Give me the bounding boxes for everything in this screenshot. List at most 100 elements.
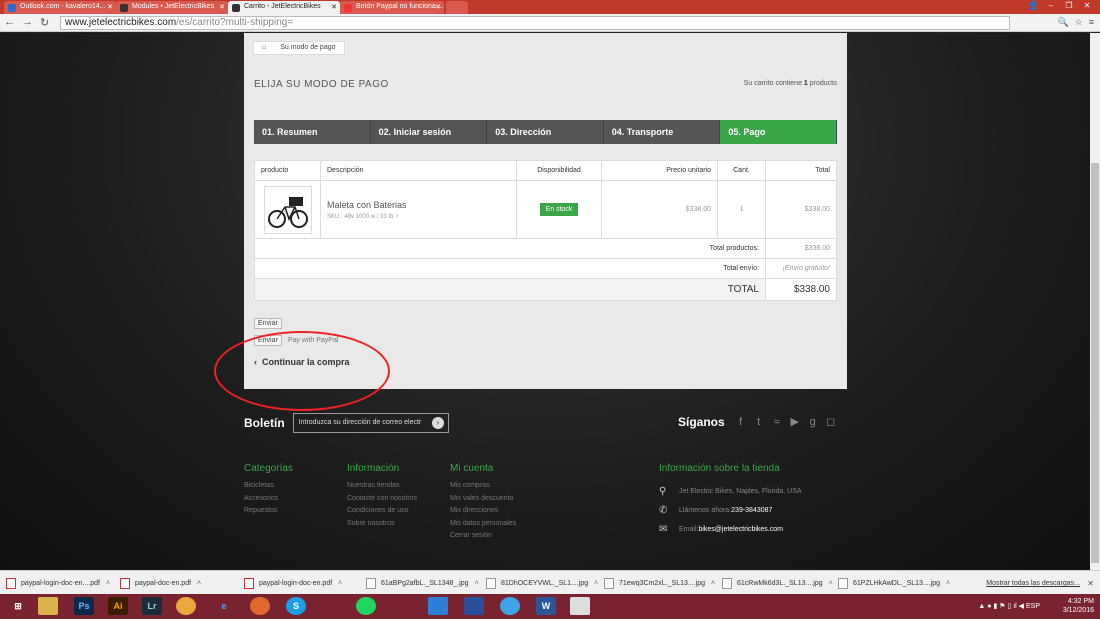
chevron-up-icon[interactable]: ˄ (829, 580, 833, 587)
chrome-icon[interactable] (176, 597, 196, 615)
download-item[interactable]: 61cRwMk6d3L._SL13....jpg ˄ (722, 575, 833, 591)
calculator-icon[interactable] (570, 597, 590, 615)
tab-modules[interactable]: Modules • JetElectricBikes ✕ (116, 1, 228, 14)
chevron-up-icon[interactable]: ˄ (711, 580, 715, 587)
site-icon (232, 4, 240, 12)
product-image[interactable] (263, 185, 312, 234)
clock[interactable]: 4:32 PM 3/12/2016 (1063, 597, 1094, 615)
step-resumen[interactable]: 01. Resumen (254, 120, 371, 144)
app-icon[interactable] (322, 597, 342, 615)
firefox-icon[interactable] (250, 597, 270, 615)
download-item[interactable]: 61aBPg2afbL._SL1348_.jpg ˄ (366, 575, 479, 591)
chevron-up-icon[interactable]: ˄ (338, 580, 342, 587)
file-explorer-icon[interactable] (38, 597, 58, 615)
app-icon[interactable] (392, 597, 412, 615)
submit-arrow-icon[interactable]: › (431, 417, 444, 429)
url-field[interactable]: www.jetelectricbikes.com/es/carrito?mult… (60, 16, 1010, 30)
download-item[interactable]: 81DhOCEYVWL._SL1....jpg ˄ (486, 575, 598, 591)
spotify-icon[interactable] (356, 597, 376, 615)
image-file-icon (366, 577, 376, 589)
window-controls: 👤 – ❐ ✕ (1024, 1, 1096, 10)
windows-start-icon[interactable]: ⊞ (6, 597, 30, 615)
chevron-up-icon[interactable]: ˄ (106, 580, 110, 587)
pdf-file-icon (6, 577, 16, 589)
close-tab-icon[interactable]: ✕ (331, 3, 337, 11)
tab-strip: Outlook.com - kavalero14... ✕ Modules • J… (0, 0, 1100, 14)
tab-outlook[interactable]: Outlook.com - kavalero14... ✕ (4, 1, 116, 14)
app-icon[interactable] (500, 597, 520, 615)
menu-icon[interactable]: ≡ (1089, 17, 1094, 27)
download-item[interactable]: 61PZLHkAwDL._SL13....jpg ˄ (838, 575, 950, 591)
page-viewport: ⌂ Su modo de pago ELIJA SU MODO DE PAGO S… (0, 33, 1090, 570)
close-tab-icon[interactable]: ✕ (435, 3, 441, 11)
line-total: $338.00 (765, 180, 837, 239)
app-icon[interactable] (428, 597, 448, 615)
photoshop-icon[interactable]: Ps (74, 597, 94, 615)
rss-icon[interactable]: ≈ (771, 416, 783, 428)
facebook-icon[interactable]: f (735, 416, 747, 428)
instagram-icon[interactable]: ◻ (825, 416, 837, 428)
new-tab-button[interactable] (446, 1, 468, 14)
home-icon[interactable]: ⌂ (262, 44, 266, 51)
annotation-circle (214, 331, 390, 411)
close-window-icon[interactable]: ✕ (1078, 1, 1096, 10)
tab-boton-paypal[interactable]: Botón Paypal no funciona ... ✕ (340, 1, 444, 14)
breadcrumb: ⌂ Su modo de pago (253, 41, 345, 55)
scrollbar[interactable] (1090, 33, 1100, 570)
word-icon[interactable]: W (536, 597, 556, 615)
skype-icon[interactable]: S (286, 597, 306, 615)
step-transporte[interactable]: 04. Transporte (603, 120, 721, 144)
footer-my-account: Mi cuenta Mis compras Mis vales descuent… (450, 463, 517, 539)
total-products-row: Total productos: $338.00 (254, 238, 837, 259)
step-direccion[interactable]: 03. Dirección (487, 120, 604, 144)
chevron-up-icon[interactable]: ˄ (197, 580, 201, 587)
download-item[interactable]: paypal-doc-en.pdf ˄ (120, 575, 201, 591)
quantity: 1 (717, 180, 766, 239)
image-file-icon (722, 577, 732, 589)
payment-button-1[interactable]: Enviar (254, 318, 338, 329)
search-icon[interactable]: 🔍 (1057, 17, 1068, 27)
step-iniciar-sesion[interactable]: 02. Iniciar sesión (370, 120, 488, 144)
download-item[interactable]: paypal-login-doc-en....pdf ˄ (6, 575, 110, 591)
broken-image-icon[interactable]: Enviar (254, 318, 282, 329)
scrollbar-thumb[interactable] (1091, 163, 1099, 563)
download-item[interactable]: 71ewq3Cm2xL._SL13....jpg ˄ (604, 575, 715, 591)
youtube-icon[interactable]: ▶ (789, 416, 801, 428)
pdf-file-icon (120, 577, 130, 589)
tab-carrito[interactable]: Carrito - JetElectricBikes ✕ (228, 1, 340, 14)
back-icon[interactable]: ← (4, 16, 15, 28)
checkout-steps: 01. Resumen 02. Iniciar sesión 03. Direc… (254, 120, 837, 144)
outlook-icon (8, 4, 16, 12)
close-tab-icon[interactable]: ✕ (219, 3, 225, 11)
chevron-up-icon[interactable]: ˄ (475, 580, 479, 587)
download-item[interactable]: paypal-login-doc-en.pdf ˄ (244, 575, 342, 591)
chevron-up-icon[interactable]: ˄ (946, 580, 950, 587)
image-file-icon (486, 577, 496, 589)
twitter-icon[interactable]: t (753, 416, 765, 428)
maximize-icon[interactable]: ❐ (1060, 1, 1078, 10)
lightroom-icon[interactable]: Lr (142, 597, 162, 615)
close-icon[interactable]: ✕ (1087, 579, 1094, 588)
star-icon[interactable]: ☆ (1075, 17, 1083, 27)
internet-explorer-icon[interactable]: e (214, 597, 234, 615)
social-links: Síganos f t ≈ ▶ g ◻ (678, 415, 837, 429)
store-info: Información sobre la tienda ⚲ Jet Electri… (659, 463, 802, 535)
google-plus-icon[interactable]: g (807, 416, 819, 428)
close-tab-icon[interactable]: ✕ (107, 3, 113, 11)
chevron-up-icon[interactable]: ˄ (594, 580, 598, 587)
system-tray[interactable]: ▲ ● ▮ ⚑ ▯ ıl ◀ ESP (978, 602, 1040, 610)
minimize-icon[interactable]: – (1042, 1, 1060, 10)
newsletter-email-input[interactable]: Introduzca su dirección de correo electr… (292, 413, 449, 433)
reload-icon[interactable]: ↻ (40, 16, 49, 29)
user-icon[interactable]: 👤 (1024, 1, 1042, 10)
map-marker-icon: ⚲ (659, 486, 667, 497)
forward-icon[interactable]: → (22, 16, 33, 28)
app-icon[interactable] (464, 597, 484, 615)
address-bar: ← → ↻ www.jetelectricbikes.com/es/carrit… (0, 14, 1100, 32)
illustrator-icon[interactable]: Ai (108, 597, 128, 615)
image-file-icon (604, 577, 614, 589)
stock-badge: En stock (539, 203, 579, 216)
show-all-downloads-link[interactable]: Mostrar todas las descargas... (986, 580, 1080, 587)
product-name[interactable]: Maleta con Baterias (327, 200, 510, 210)
phone-icon: ✆ (659, 505, 668, 516)
